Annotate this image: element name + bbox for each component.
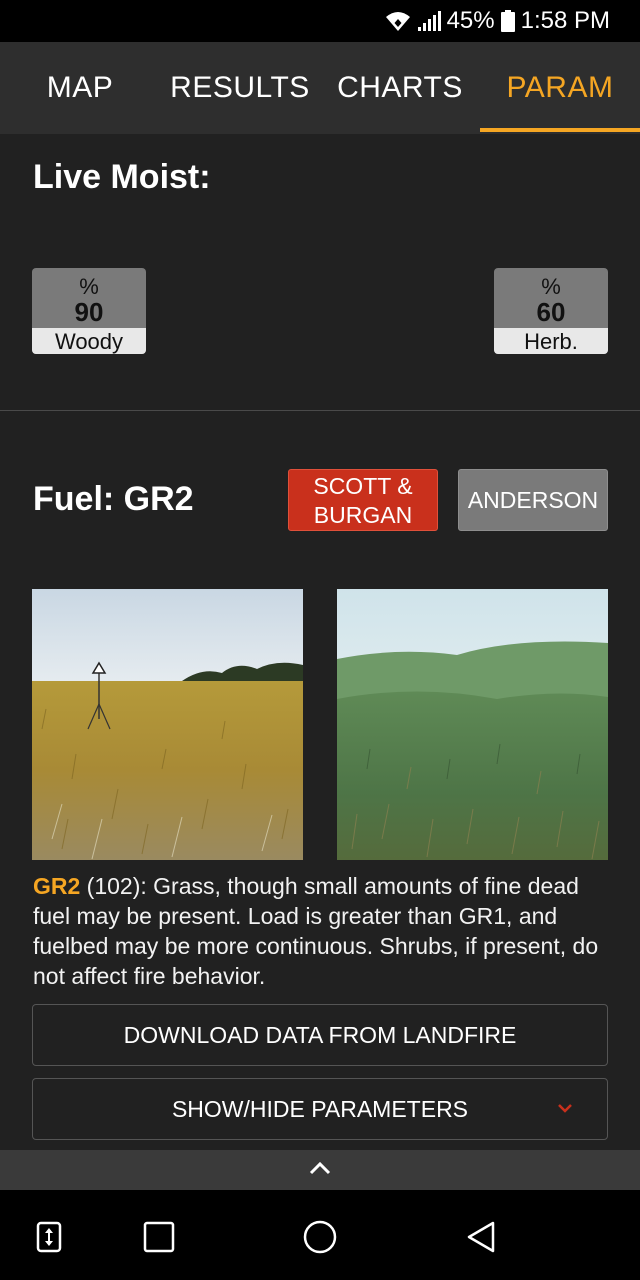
screen-resize-icon[interactable] (24, 1212, 74, 1262)
signal-icon (417, 10, 441, 32)
status-bar: 45% 1:58 PM (0, 0, 640, 42)
fuel-photo-green-grass (337, 589, 608, 860)
woody-label: Woody (32, 328, 146, 354)
param-panel: Live Moist: % 90 Woody % 60 Herb. Fuel: … (0, 134, 640, 1150)
recent-apps-icon[interactable] (134, 1212, 184, 1262)
back-icon[interactable] (456, 1212, 506, 1262)
wifi-icon (385, 10, 411, 32)
tab-map[interactable]: MAP (0, 42, 160, 134)
herb-value: 60 (536, 297, 566, 327)
scott-burgan-line2: BURGAN (313, 502, 413, 528)
tab-param[interactable]: PARAM (480, 42, 640, 134)
show-hide-parameters-label: SHOW/HIDE PARAMETERS (171, 1096, 469, 1122)
home-icon[interactable] (295, 1212, 345, 1262)
herb-unit: % (541, 274, 561, 299)
collapse-sheet-handle[interactable] (0, 1150, 640, 1190)
tab-bar: MAP RESULTS CHARTS PARAM (0, 42, 640, 134)
fuel-description-text: (102): Grass, though small amounts of fi… (33, 873, 599, 989)
chevron-up-icon (309, 1161, 331, 1180)
download-landfire-button[interactable]: DOWNLOAD DATA FROM LANDFIRE (32, 1004, 608, 1066)
fuel-photo-dry-grass (32, 589, 303, 860)
woody-unit: % (79, 274, 99, 299)
battery-percent: 45% (446, 7, 495, 34)
scott-burgan-button[interactable]: SCOTT & BURGAN (288, 469, 438, 531)
system-nav-bar (0, 1190, 640, 1280)
fuel-code: GR2 (33, 873, 81, 899)
live-moist-heading: Live Moist: (33, 158, 211, 196)
clock: 1:58 PM (520, 7, 610, 34)
woody-value: 90 (74, 297, 104, 327)
tab-charts[interactable]: CHARTS (320, 42, 480, 134)
show-hide-parameters-button[interactable]: SHOW/HIDE PARAMETERS (32, 1078, 608, 1140)
tab-results[interactable]: RESULTS (160, 42, 320, 134)
herb-label: Herb. (494, 328, 608, 354)
active-tab-indicator (480, 128, 640, 132)
section-divider (0, 410, 640, 411)
anderson-button[interactable]: ANDERSON (458, 469, 608, 531)
woody-moisture-input[interactable]: % 90 Woody (32, 268, 146, 354)
fuel-heading: Fuel: GR2 (33, 480, 194, 518)
scott-burgan-line1: SCOTT & (313, 473, 413, 499)
battery-icon (500, 10, 515, 32)
fuel-description: GR2 (102): Grass, though small amounts o… (33, 871, 613, 991)
herb-moisture-input[interactable]: % 60 Herb. (494, 268, 608, 354)
